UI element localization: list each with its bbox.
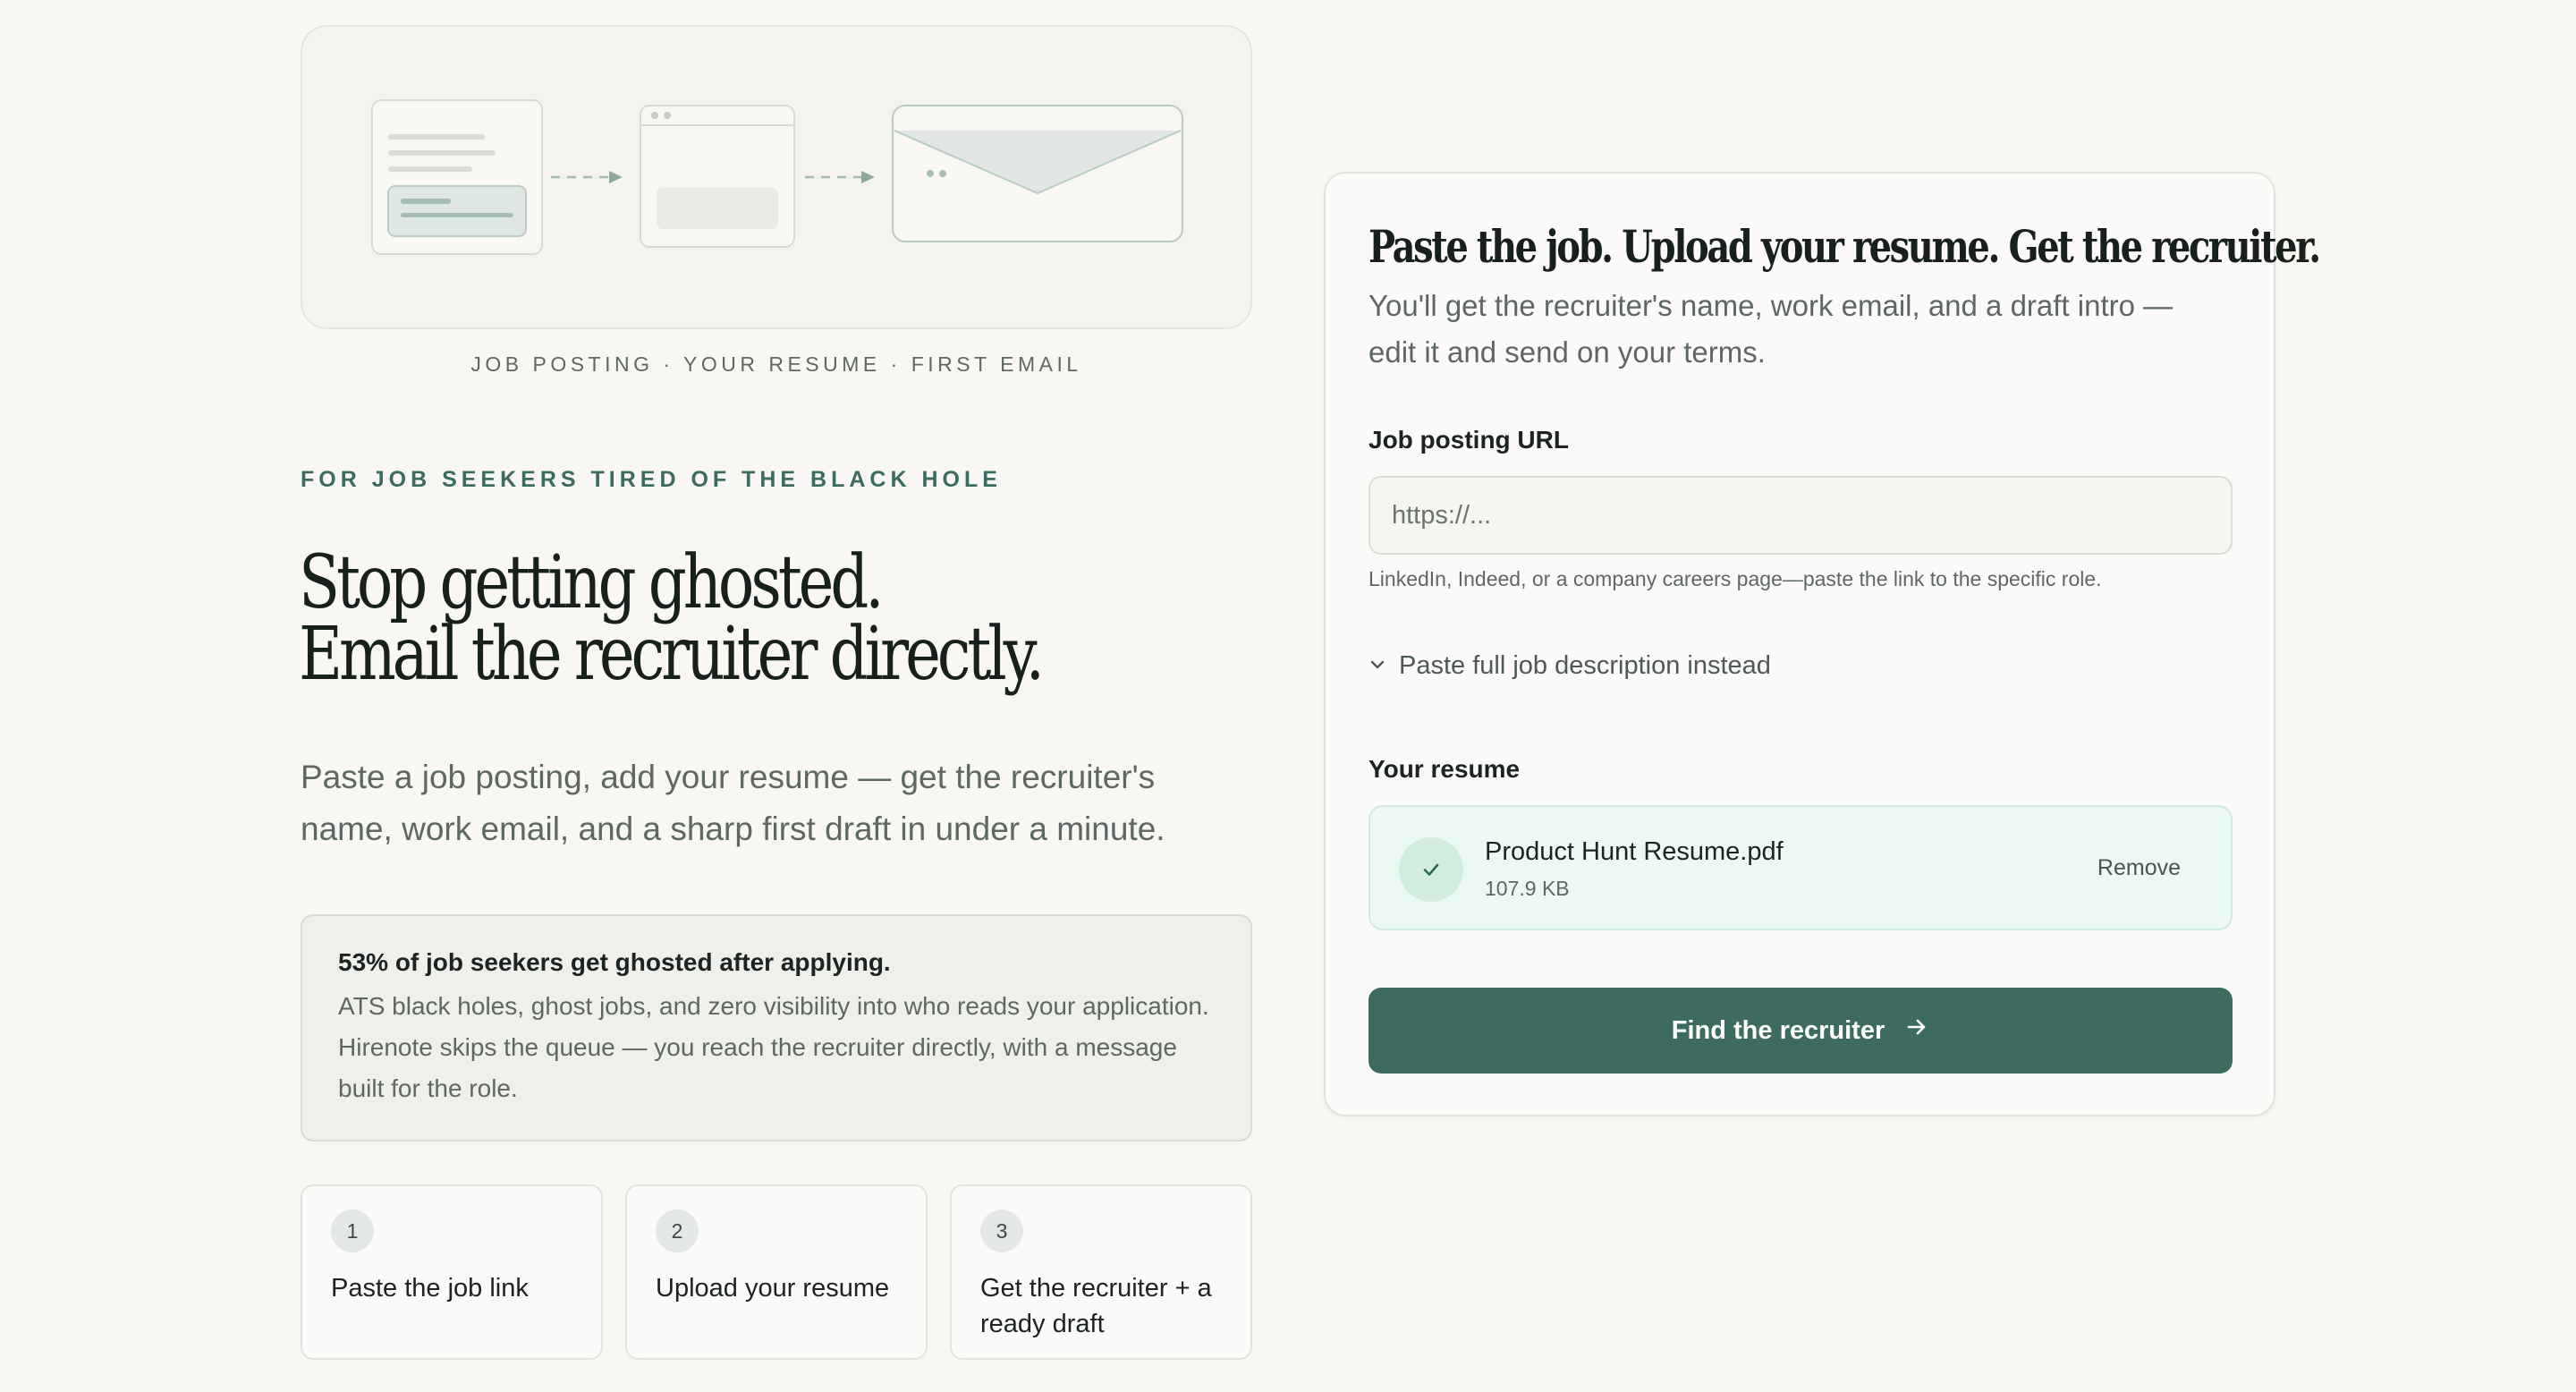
check-icon (1399, 837, 1463, 902)
stat-body: ATS black holes, ghost jobs, and zero vi… (338, 992, 1209, 1102)
step-label: Upload your resume (656, 1274, 890, 1303)
find-recruiter-button[interactable]: Find the recruiter (1368, 988, 2233, 1074)
arrow-right-icon (1904, 1014, 1929, 1047)
chevron-down-icon (1368, 651, 1386, 681)
job-url-hint: LinkedIn, Indeed, or a company careers p… (1368, 567, 2102, 590)
uploaded-resume: Product Hunt Resume.pdf 107.9 KB Remove (1368, 805, 2233, 930)
step-card-1: 1 Paste the job link (301, 1184, 603, 1360)
stat-title: 53% of job seekers get ghosted after app… (338, 948, 891, 976)
step-label: Paste the job link (331, 1274, 529, 1303)
eyebrow-label: FOR JOB SEEKERS TIRED OF THE BLACK HOLE (301, 467, 1002, 492)
job-url-input[interactable] (1368, 476, 2233, 555)
remove-resume-button[interactable]: Remove (2097, 855, 2181, 881)
resume-file-name: Product Hunt Resume.pdf (1485, 837, 1784, 866)
find-recruiter-form: Paste the job. Upload your resume. Get t… (1324, 172, 2321, 1116)
step-label: Get the recruiter + a ready draft (980, 1274, 1212, 1338)
step-card-2: 2 Upload your resume (625, 1184, 928, 1360)
paste-description-label: Paste full job description instead (1399, 650, 1771, 680)
hero-headline: Stop getting ghosted. Email the recruite… (299, 540, 1106, 697)
resume-file-size: 107.9 KB (1485, 877, 1570, 900)
step-card-3: 3 Get the recruiter + a ready draft (950, 1184, 1252, 1360)
step-number: 2 (656, 1210, 699, 1252)
form-subtitle: You'll get the recruiter's name, work em… (1368, 289, 2174, 369)
headline-line-1: Stop getting ghosted. (299, 540, 885, 625)
form-title: Paste the job. Upload your resume. Get t… (1368, 220, 2321, 273)
job-url-label: Job posting URL (1368, 426, 1569, 454)
workflow-illustration-graphic (371, 99, 1183, 255)
workflow-illustration (301, 25, 1252, 329)
paste-description-toggle[interactable]: Paste full job description instead (1368, 648, 1771, 683)
step-number: 3 (980, 1210, 1023, 1252)
step-number: 1 (331, 1210, 374, 1252)
headline-line-2: Email the recruiter directly. (299, 612, 1045, 697)
ghosting-stat-callout: 53% of job seekers get ghosted after app… (301, 914, 1252, 1142)
resume-label: Your resume (1368, 755, 1521, 783)
illustration-caption: JOB POSTING · YOUR RESUME · FIRST EMAIL (470, 352, 1082, 376)
hero-lede: Paste a job posting, add your resume — g… (301, 759, 1165, 847)
find-recruiter-label: Find the recruiter (1671, 1015, 1885, 1045)
